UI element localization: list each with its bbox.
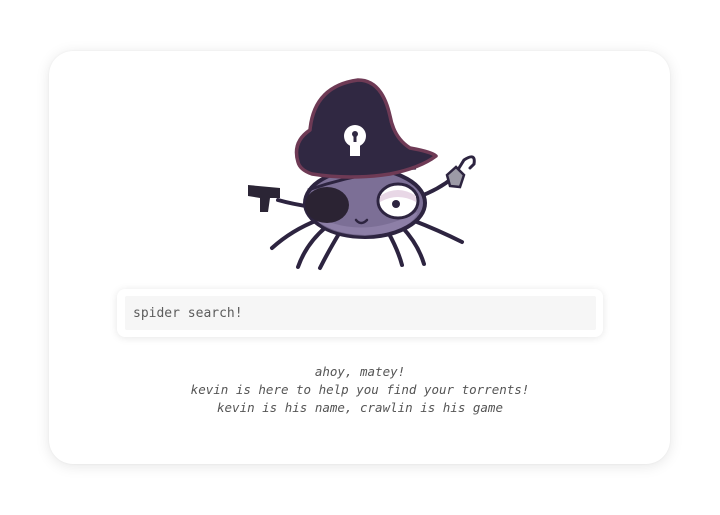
tagline-greeting: ahoy, matey! bbox=[314, 364, 406, 379]
tagline: ahoy, matey! kevin is here to help you f… bbox=[0, 363, 720, 417]
search-input[interactable] bbox=[125, 296, 596, 330]
tagline-purpose: kevin is here to help you find your torr… bbox=[190, 382, 530, 397]
page: ahoy, matey! kevin is here to help you f… bbox=[0, 0, 720, 515]
pirate-hat-icon bbox=[294, 78, 438, 179]
spider-eye bbox=[376, 182, 420, 220]
search-box bbox=[117, 289, 603, 337]
tagline-motto: kevin is his name, crawlin is his game bbox=[217, 400, 503, 415]
pistol-icon bbox=[248, 185, 280, 212]
pirate-spider-icon bbox=[248, 78, 476, 270]
hook-icon bbox=[445, 155, 476, 189]
